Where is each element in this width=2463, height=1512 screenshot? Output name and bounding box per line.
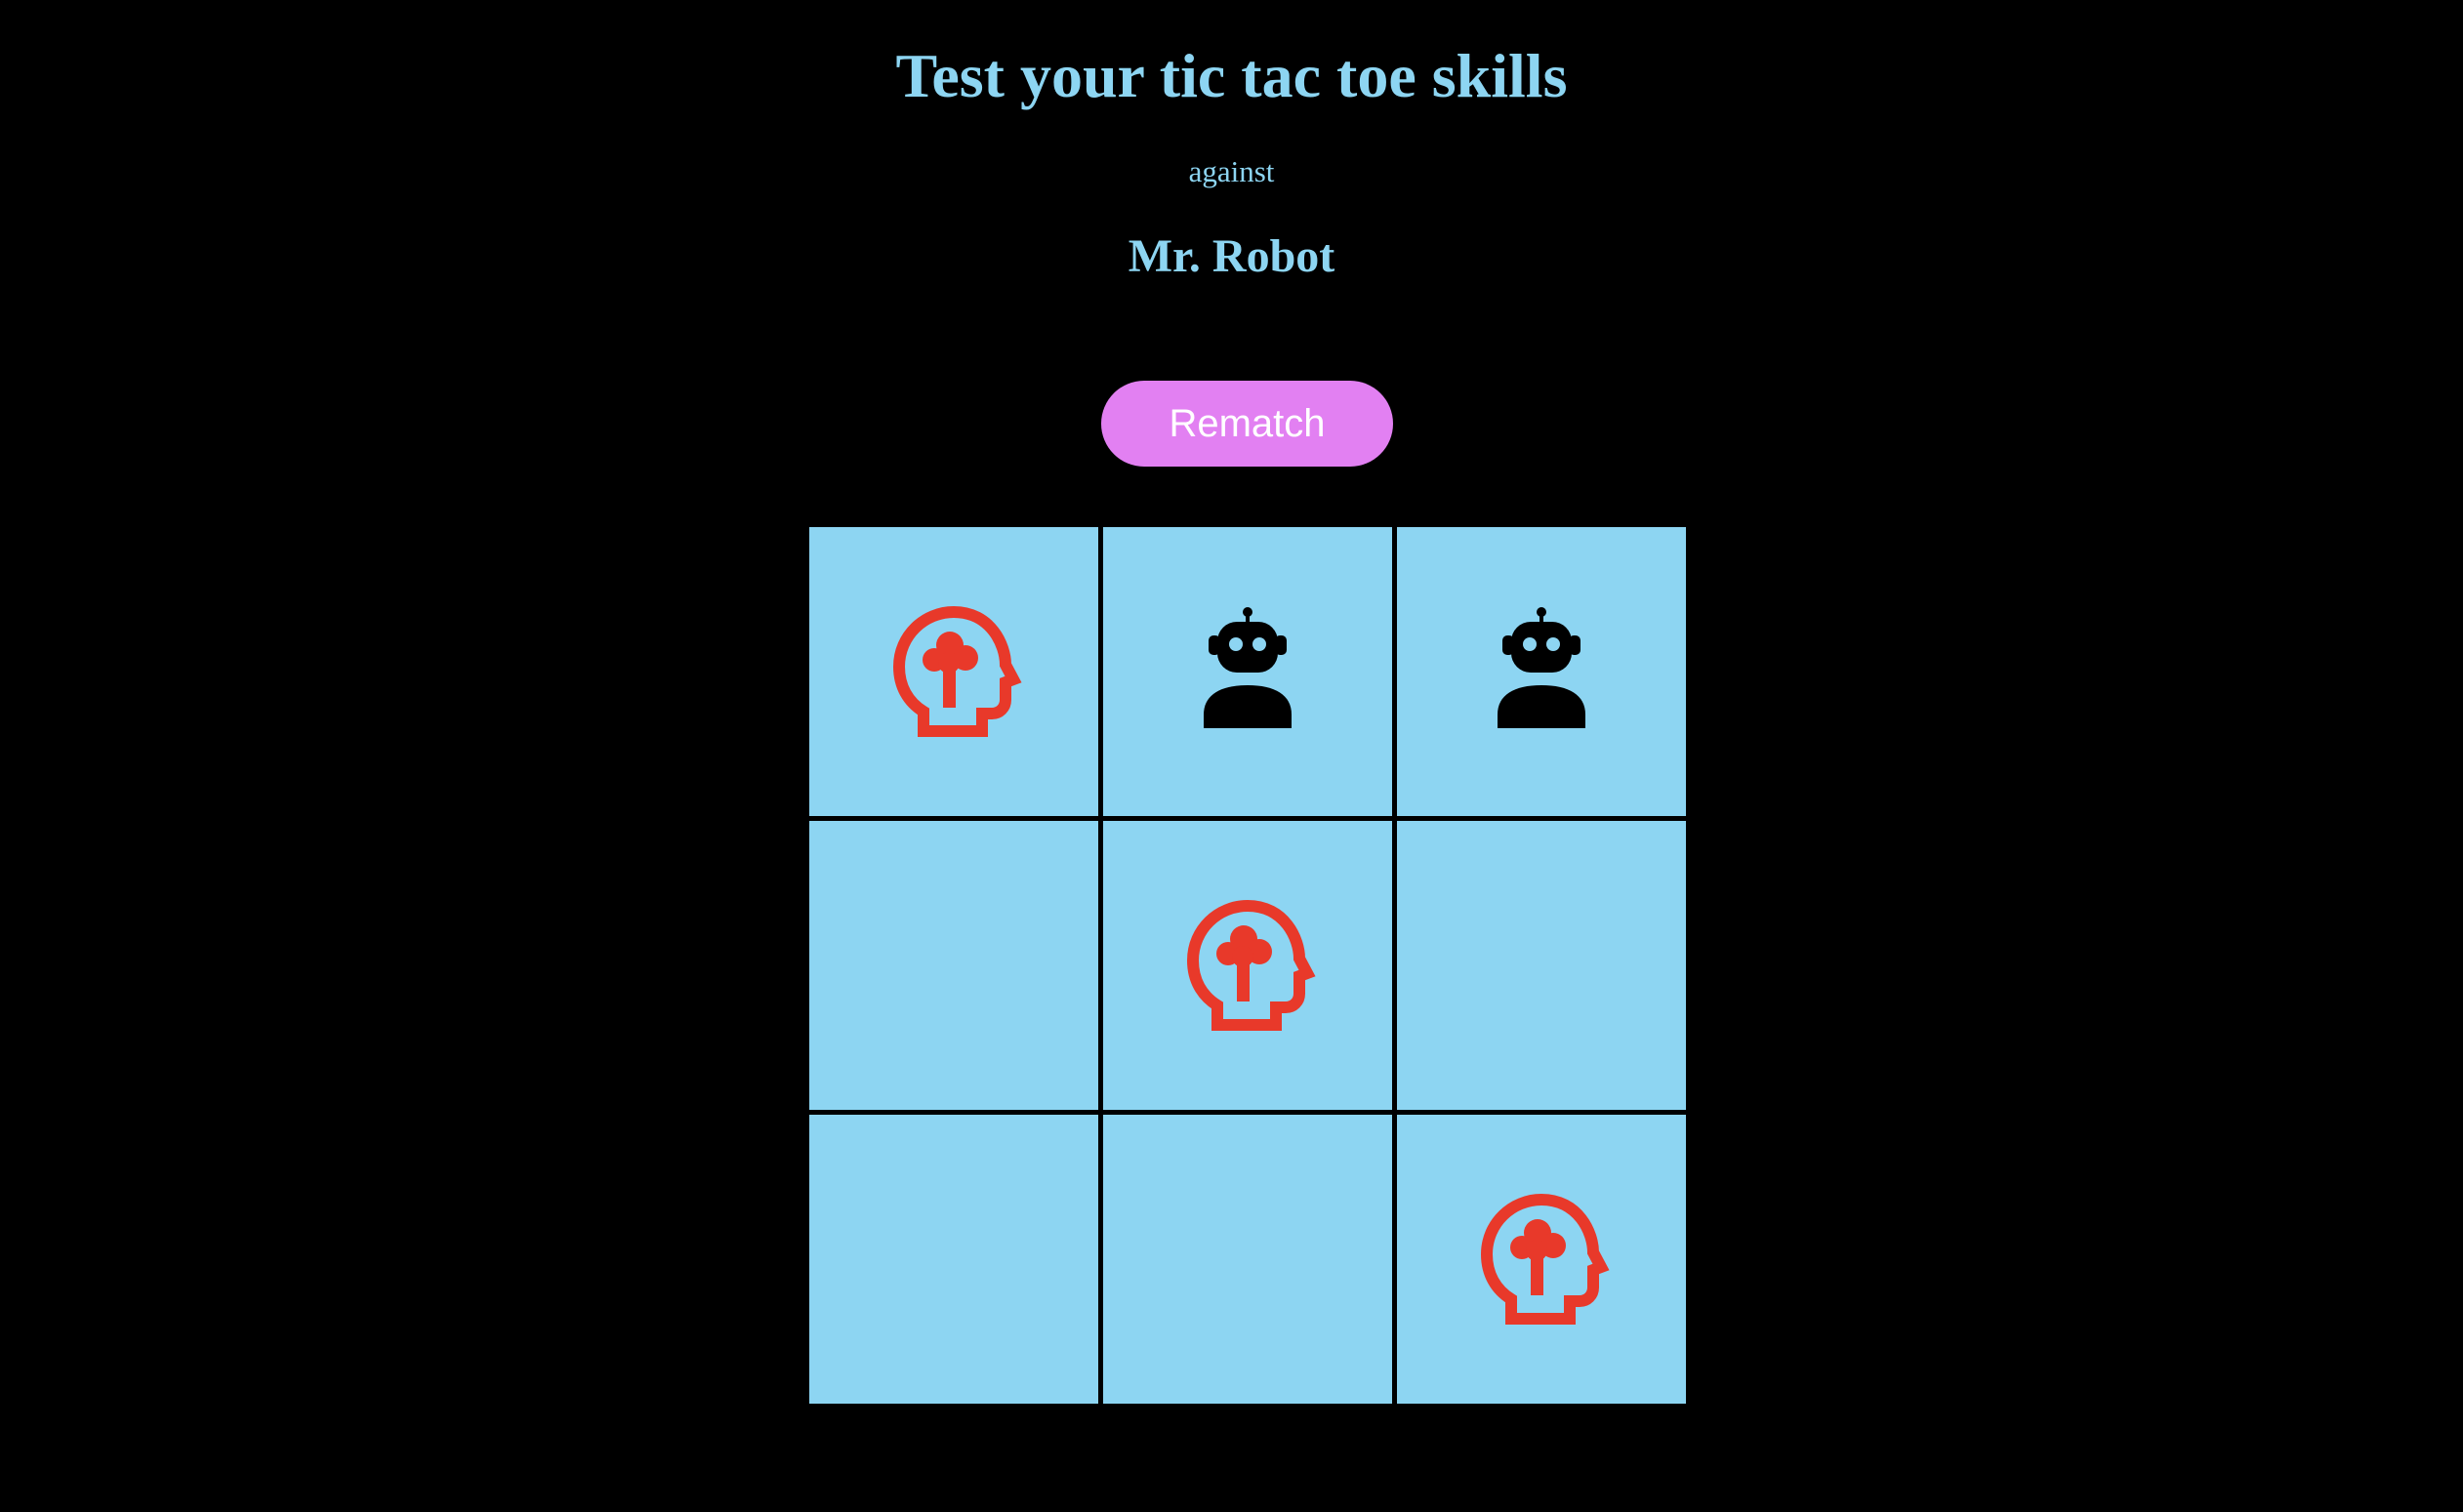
board-cell[interactable] <box>1103 821 1392 1110</box>
robot-icon <box>1468 598 1615 745</box>
robot-icon <box>1174 598 1321 745</box>
board-cell[interactable] <box>1103 527 1392 816</box>
game-board <box>809 527 1686 1404</box>
opponent-name: Mr. Robot <box>1128 230 1335 282</box>
board-cell[interactable] <box>1397 1115 1686 1404</box>
board-cell[interactable] <box>1397 821 1686 1110</box>
human-head-icon <box>1174 892 1321 1039</box>
board-cell[interactable] <box>809 821 1098 1110</box>
board-cell[interactable] <box>1103 1115 1392 1404</box>
human-head-icon <box>1468 1186 1615 1332</box>
human-head-icon <box>881 598 1027 745</box>
board-cell[interactable] <box>1397 527 1686 816</box>
subtitle-against: against <box>1188 154 1275 188</box>
board-cell[interactable] <box>809 1115 1098 1404</box>
page-title: Test your tic tac toe skills <box>895 41 1568 110</box>
rematch-button[interactable]: Rematch <box>1101 381 1393 467</box>
board-cell[interactable] <box>809 527 1098 816</box>
